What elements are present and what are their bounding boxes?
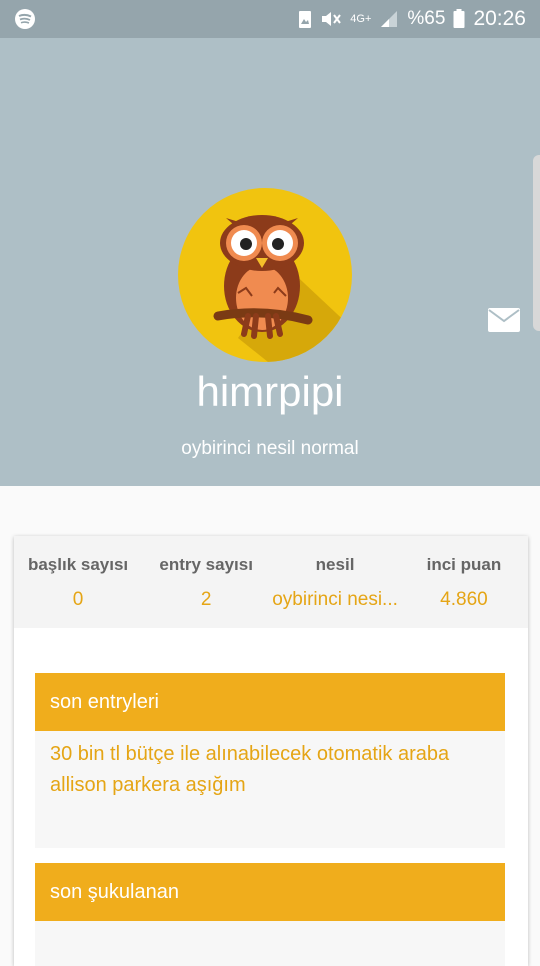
stat-value: 0 <box>72 589 84 610</box>
profile-header: himrpipi oybirinci nesil normal <box>0 38 540 486</box>
profile-card: başlık sayısı 0 entry sayısı 2 nesil oyb… <box>14 536 528 966</box>
stat-inci[interactable]: inci puan 4.860 <box>400 536 528 628</box>
stat-label: inci puan <box>426 555 502 574</box>
owl-icon <box>213 215 352 362</box>
stat-label: başlık sayısı <box>27 555 129 574</box>
stat-entry[interactable]: entry sayısı 2 <box>142 536 270 628</box>
battery-percent: %65 <box>407 8 446 29</box>
clock: 20:26 <box>473 7 526 30</box>
mail-icon[interactable] <box>488 308 520 332</box>
section-header-son-entryleri[interactable]: son entryleri <box>35 673 505 731</box>
status-bar: 4G+ %65 20:26 <box>0 0 540 38</box>
generation-label: oybirinci nesil normal <box>181 438 359 459</box>
stat-label: entry sayısı <box>159 555 253 574</box>
side-panel-handle[interactable] <box>533 155 540 331</box>
spotify-icon <box>15 9 35 29</box>
stat-value: 2 <box>200 589 212 610</box>
entry-link[interactable]: 30 bin tl bütçe ile alınabilecek otomati… <box>35 731 505 770</box>
stat-value: oybirinci nesi... <box>272 589 398 610</box>
sukulanan-list <box>35 921 505 966</box>
signal-icon <box>381 11 398 27</box>
username: himrpipi <box>196 368 344 415</box>
entries-list: 30 bin tl bütçe ile alınabilecek otomati… <box>35 731 505 848</box>
stat-baslik[interactable]: başlık sayısı 0 <box>14 536 142 628</box>
entry-link[interactable]: allison parkera aşığım <box>35 770 505 801</box>
owl-avatar[interactable] <box>178 188 352 362</box>
image-icon <box>299 10 312 28</box>
stat-nesil[interactable]: nesil oybirinci nesi... <box>270 536 400 628</box>
stats-row: başlık sayısı 0 entry sayısı 2 nesil oyb… <box>14 536 528 628</box>
stat-label: nesil <box>315 555 355 574</box>
stat-value: 4.860 <box>440 589 488 610</box>
network-label: 4G+ <box>350 12 372 25</box>
mute-icon <box>322 12 342 26</box>
battery-icon <box>453 9 465 28</box>
section-header-son-sukulanan[interactable]: son şukulanan <box>35 863 505 921</box>
